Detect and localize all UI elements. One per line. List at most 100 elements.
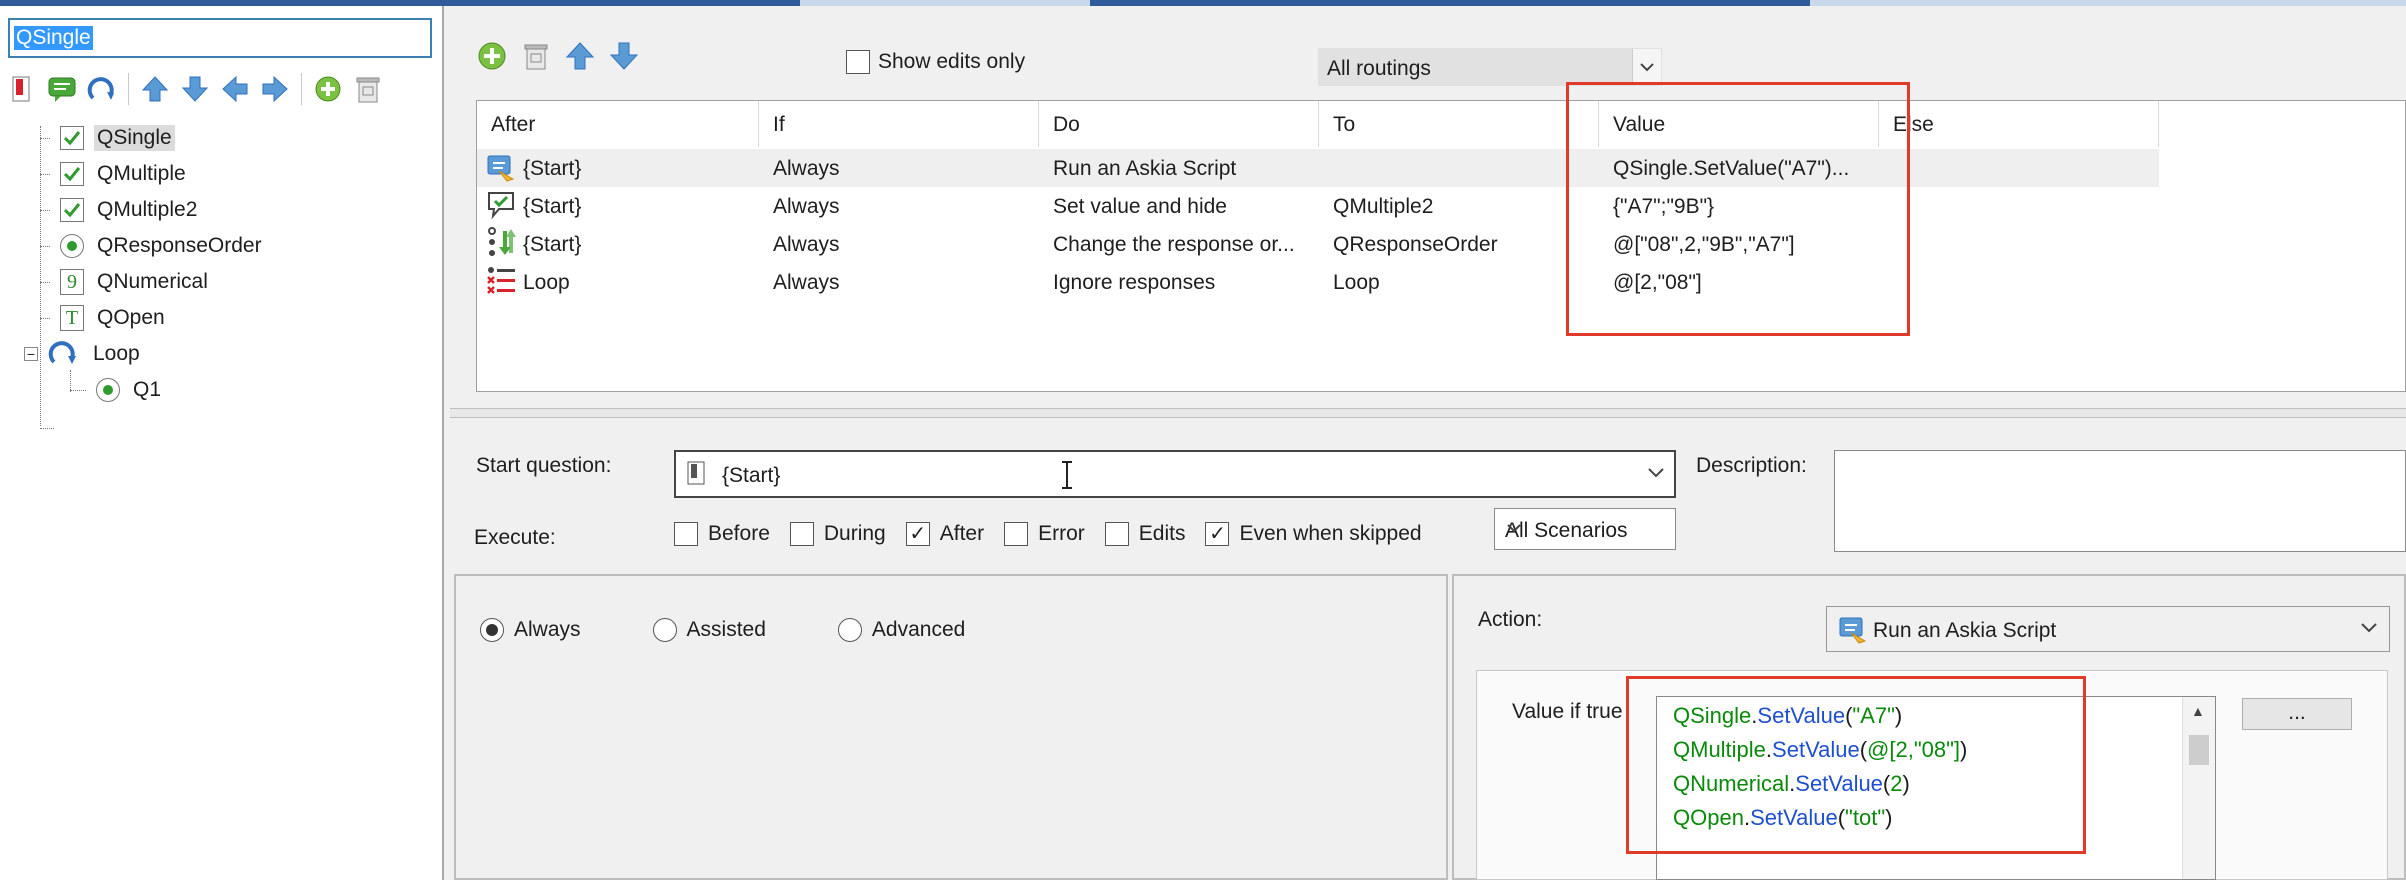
multiple-check-icon — [60, 198, 84, 222]
loop-icon[interactable] — [86, 73, 118, 105]
start-question-label: Start question: — [476, 454, 612, 477]
add-routing-icon[interactable] — [476, 40, 508, 72]
scenarios-select[interactable]: All Scenarios — [1494, 508, 1676, 550]
routing-toolbar — [476, 40, 640, 72]
tree-line — [40, 281, 50, 283]
tree-line — [40, 245, 50, 247]
script-highlight — [1626, 676, 2086, 854]
show-edits-only-checkbox[interactable]: Show edits only — [846, 50, 1025, 74]
script-scrollbar[interactable]: ▲ — [2182, 697, 2215, 879]
tree-item-q1[interactable]: Q1 — [70, 372, 164, 408]
condition-assisted-radio[interactable]: Assisted — [652, 618, 766, 642]
checkbox-box[interactable] — [846, 50, 870, 74]
grid-header: After If Do To Value Else — [477, 101, 2406, 147]
execute-after-checkbox[interactable]: After — [905, 522, 985, 546]
tree-item-qopen[interactable]: T QOpen — [40, 300, 168, 336]
radio-button[interactable] — [480, 618, 504, 642]
table-row[interactable]: {Start} Always Change the response or...… — [477, 225, 2406, 263]
cell-do: Ignore responses — [1053, 271, 1216, 294]
radio-icon — [60, 234, 84, 258]
column-header-else[interactable]: Else — [1879, 101, 2159, 147]
column-header-label: After — [491, 113, 536, 136]
radio-button[interactable] — [837, 618, 862, 642]
tree-line — [40, 428, 54, 429]
condition-advanced-radio[interactable]: Advanced — [837, 618, 965, 642]
radio-label: Assisted — [686, 618, 766, 641]
execute-even-when-skipped-checkbox[interactable]: Even when skipped — [1205, 522, 1422, 546]
radio-button[interactable] — [652, 618, 677, 642]
action-select[interactable]: Run an Askia Script — [1826, 606, 2390, 652]
toolbar-separator — [128, 73, 129, 105]
set-value-icon — [485, 189, 517, 227]
arrow-left-icon[interactable] — [219, 73, 251, 105]
checkbox-box[interactable] — [1104, 522, 1129, 546]
panel-splitter[interactable] — [450, 408, 2406, 418]
checkbox-box[interactable] — [674, 522, 698, 546]
tree-line — [40, 173, 50, 175]
checkbox-label: After — [939, 522, 985, 545]
checkbox-label: Error — [1038, 522, 1085, 545]
top-strip-segment — [1090, 0, 1810, 6]
execute-during-checkbox[interactable]: During — [789, 522, 886, 546]
cell-after: {Start} — [523, 233, 582, 256]
move-down-icon[interactable] — [608, 40, 640, 72]
cell-after: {Start} — [523, 195, 582, 218]
execute-before-checkbox[interactable]: Before — [674, 522, 770, 546]
cell-if: Always — [773, 157, 840, 180]
question-name-input[interactable]: QSingle — [8, 18, 432, 58]
execute-error-checkbox[interactable]: Error — [1004, 522, 1085, 546]
column-header-do[interactable]: Do — [1039, 101, 1319, 147]
open-script-editor-button[interactable]: ... — [2242, 698, 2352, 730]
add-icon[interactable] — [312, 73, 344, 105]
scrollbar-thumb[interactable] — [2189, 735, 2209, 765]
execute-edits-checkbox[interactable]: Edits — [1104, 522, 1186, 546]
collapse-icon[interactable]: − — [24, 347, 38, 361]
chevron-down-icon[interactable] — [1505, 519, 1667, 543]
column-header-if[interactable]: If — [759, 101, 1039, 147]
value-if-true-label: Value if true — [1512, 700, 1623, 723]
table-row[interactable]: Loop Always Ignore responses Loop @[2,"0… — [477, 263, 2406, 301]
script-icon — [1837, 615, 1869, 651]
move-up-icon[interactable] — [564, 40, 596, 72]
tree-item-qmultiple2[interactable]: QMultiple2 — [40, 192, 200, 228]
cell-if: Always — [773, 233, 840, 256]
delete-icon[interactable] — [352, 73, 384, 105]
start-question-select[interactable]: {Start} — [674, 450, 1676, 498]
checkbox-label: Edits — [1138, 522, 1186, 545]
bookmark-icon[interactable] — [6, 73, 38, 105]
tree-item-qresponseorder[interactable]: QResponseOrder — [40, 228, 265, 264]
tree-line — [70, 389, 86, 391]
delete-routing-icon[interactable] — [520, 40, 552, 72]
toolbar-separator — [301, 73, 302, 105]
cell-if: Always — [773, 271, 840, 294]
column-header-after[interactable]: After — [477, 101, 759, 147]
tree-item-qnumerical[interactable]: 9 QNumerical — [40, 264, 211, 300]
routings-filter-select[interactable]: All routings — [1318, 48, 1662, 86]
checkbox-label: Even when skipped — [1239, 522, 1422, 545]
tree-line — [40, 209, 50, 211]
column-header-to[interactable]: To — [1319, 101, 1599, 147]
arrow-down-icon[interactable] — [179, 73, 211, 105]
checkbox-box[interactable] — [1004, 522, 1029, 546]
chat-question-icon[interactable] — [46, 73, 78, 105]
text-cursor-icon — [1060, 460, 1074, 496]
execute-options: Before During After Error Edits Even whe… — [674, 522, 1422, 546]
column-header-label: To — [1333, 113, 1356, 136]
question-name-text: QSingle — [14, 26, 93, 50]
tree-item-qsingle[interactable]: QSingle — [40, 120, 175, 156]
tree-item-loop[interactable]: − Loop — [24, 336, 143, 372]
checkbox-box[interactable] — [905, 522, 930, 546]
tree-item-label: Loop — [93, 342, 140, 365]
description-field[interactable] — [1834, 450, 2406, 552]
arrow-right-icon[interactable] — [259, 73, 291, 105]
table-row[interactable]: {Start} Always Set value and hide QMulti… — [477, 187, 2406, 225]
chevron-up-icon[interactable]: ▲ — [2191, 703, 2205, 719]
checkbox-box[interactable] — [789, 522, 814, 546]
checkbox-box[interactable] — [1205, 522, 1230, 546]
chevron-down-icon[interactable] — [1646, 462, 1666, 488]
arrow-up-icon[interactable] — [139, 73, 171, 105]
tree-item-qmultiple[interactable]: QMultiple — [40, 156, 189, 192]
condition-always-radio[interactable]: Always — [480, 618, 581, 642]
chevron-down-icon[interactable] — [2359, 617, 2379, 643]
chevron-down-icon[interactable] — [1632, 49, 1661, 85]
